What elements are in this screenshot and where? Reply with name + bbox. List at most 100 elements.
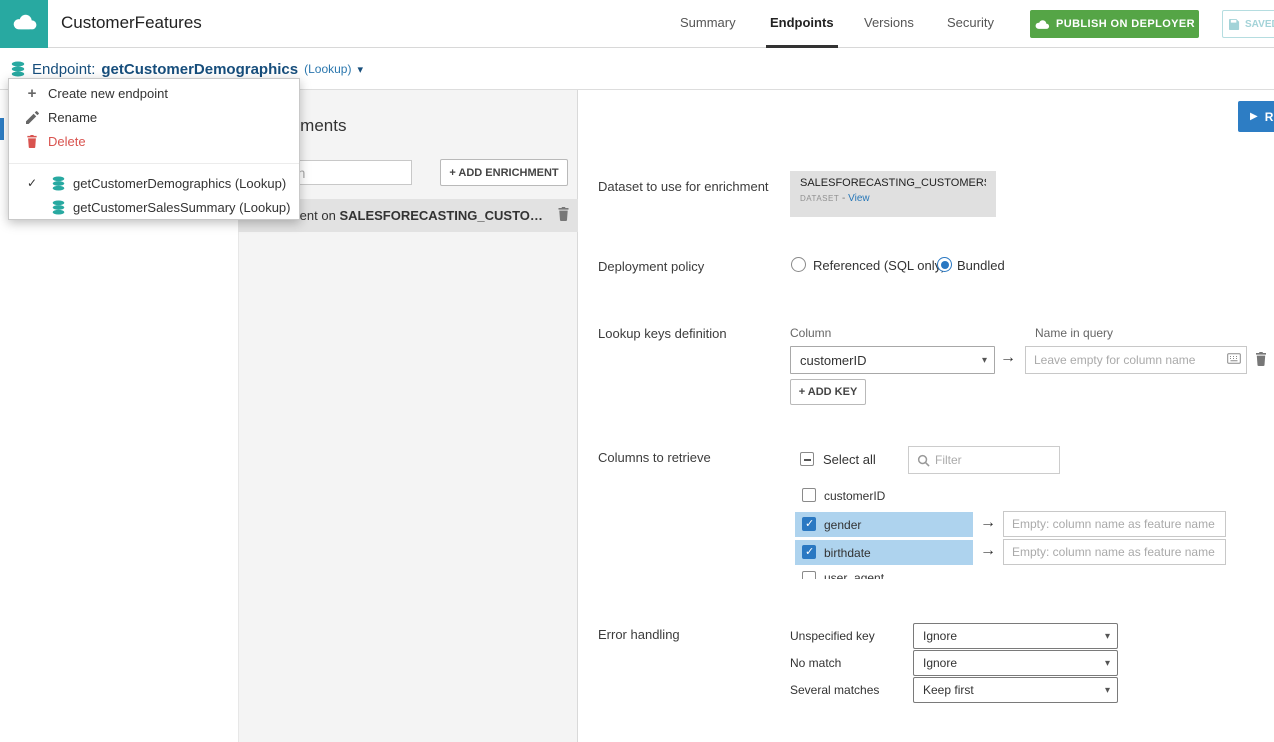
chevron-down-icon: ▾ [1104, 630, 1110, 642]
add-enrichment-label: + ADD ENRICHMENT [449, 166, 559, 179]
publish-label: PUBLISH ON DEPLOYER [1055, 18, 1195, 30]
feature-name-input[interactable] [1003, 511, 1226, 537]
add-enrichment-button[interactable]: + ADD ENRICHMENT [440, 159, 568, 186]
feature-name-input[interactable] [1003, 539, 1226, 565]
arrow-right-icon: → [980, 514, 996, 531]
column-name[interactable]: customerID [824, 489, 885, 503]
column-checkbox[interactable] [802, 517, 816, 531]
endpoint-name: getCustomerDemographics [101, 60, 299, 78]
dataset-chip[interactable]: SALESFORECASTING_CUSTOMERS_I… DATASET - … [790, 171, 996, 217]
tab-label: Security [947, 15, 994, 30]
enrichment-item-dataset: SALESFORECASTING_CUSTO… [339, 208, 543, 223]
filter-input[interactable] [935, 448, 1055, 472]
app-logo[interactable] [0, 0, 48, 48]
columns-list: customerID gender → birthdate → user_age… [790, 481, 1260, 579]
saved-button[interactable]: SAVED [1222, 10, 1274, 38]
publish-on-deployer-button[interactable]: PUBLISH ON DEPLOYER [1030, 10, 1199, 38]
name-in-query-header: Name in query [1035, 326, 1114, 340]
play-icon: ▶ [1250, 111, 1258, 122]
menu-item-create-endpoint[interactable]: + Create new endpoint [9, 81, 299, 105]
run-button[interactable]: ▶ RU [1238, 101, 1274, 132]
view-link[interactable]: View [848, 193, 870, 204]
tab-label: Versions [864, 15, 914, 30]
dataset-kind: DATASET [800, 194, 840, 203]
column-name[interactable]: user_agent [824, 571, 884, 579]
radio-bundled[interactable] [937, 257, 952, 272]
name-in-query-wrap [1025, 346, 1247, 374]
tab-versions[interactable]: Versions [860, 0, 918, 48]
radio-referenced[interactable] [791, 257, 806, 272]
app-title: CustomerFeatures [61, 13, 202, 32]
dataset-label: Dataset to use for enrichment [598, 179, 769, 194]
pencil-icon [25, 110, 39, 124]
column-select[interactable]: customerID ▾ [790, 346, 995, 374]
unspecified-key-select[interactable]: Ignore ▾ [913, 623, 1118, 649]
trash-icon [25, 134, 39, 148]
arrow-right-icon: → [980, 542, 996, 559]
column-header: Column [790, 326, 832, 340]
select-value: Ignore [923, 656, 958, 670]
several-matches-label: Several matches [790, 683, 880, 697]
search-icon [917, 454, 930, 467]
chevron-down-icon: ▾ [357, 63, 364, 76]
deployment-label: Deployment policy [598, 259, 705, 274]
tab-endpoints[interactable]: Endpoints [766, 0, 838, 48]
menu-endpoint-item[interactable]: ✓ getCustomerDemographics (Lookup) [9, 171, 299, 195]
select-all-checkbox[interactable] [800, 452, 814, 466]
column-row[interactable] [795, 540, 973, 565]
several-matches-select[interactable]: Keep first ▾ [913, 677, 1118, 703]
database-icon [51, 175, 66, 191]
chevron-down-icon: ▾ [1104, 657, 1110, 669]
keyboard-icon[interactable] [1227, 353, 1241, 364]
endpoint-label: Endpoint: [32, 60, 96, 78]
menu-item-label: Rename [48, 109, 98, 125]
tab-label: Summary [680, 15, 736, 30]
endpoint-type: (Lookup) [304, 62, 352, 76]
tab-security[interactable]: Security [943, 0, 998, 48]
radio-referenced-label[interactable]: Referenced (SQL only) [813, 258, 945, 273]
add-key-label: + ADD KEY [798, 386, 858, 398]
unspecified-key-label: Unspecified key [790, 629, 875, 643]
chevron-down-icon: ▾ [981, 354, 987, 366]
menu-item-label: Delete [48, 133, 86, 149]
menu-endpoint-item[interactable]: getCustomerSalesSummary (Lookup) [9, 195, 299, 219]
plus-icon: + [27, 84, 37, 102]
arrow-right-icon: → [1000, 349, 1016, 366]
save-icon [1229, 18, 1240, 30]
column-name[interactable]: birthdate [824, 546, 871, 560]
feature-name-wrap [1003, 539, 1226, 565]
tab-summary[interactable]: Summary [676, 0, 740, 48]
dataset-name: SALESFORECASTING_CUSTOMERS_I… [800, 177, 986, 189]
column-checkbox[interactable] [802, 571, 816, 579]
selected-nav-indicator [0, 118, 4, 140]
radio-bundled-label[interactable]: Bundled [957, 258, 1005, 273]
dataset-sep: - [839, 193, 849, 204]
enrichment-trash-icon[interactable] [557, 207, 570, 221]
menu-item-rename[interactable]: Rename [9, 105, 299, 129]
dataset-meta: DATASET - View [800, 193, 986, 204]
add-key-button[interactable]: + ADD KEY [790, 379, 866, 405]
column-select-value: customerID [800, 352, 867, 368]
column-checkbox[interactable] [802, 488, 816, 502]
delete-key-trash-icon[interactable] [1255, 352, 1267, 366]
tab-label: Endpoints [770, 15, 834, 30]
no-match-select[interactable]: Ignore ▾ [913, 650, 1118, 676]
columns-label: Columns to retrieve [598, 450, 711, 465]
chevron-down-icon: ▾ [1104, 684, 1110, 696]
column-name[interactable]: gender [824, 518, 861, 532]
column-row[interactable] [795, 512, 973, 537]
saved-label: SAVED [1245, 18, 1274, 30]
column-checkbox[interactable] [802, 545, 816, 559]
menu-item-delete[interactable]: Delete [9, 129, 299, 153]
filter-box [908, 446, 1060, 474]
select-all-label[interactable]: Select all [823, 452, 876, 467]
database-icon [51, 199, 66, 215]
select-value: Ignore [923, 629, 958, 643]
feature-name-wrap [1003, 511, 1226, 537]
lookup-label: Lookup keys definition [598, 326, 727, 341]
name-in-query-input[interactable] [1025, 346, 1247, 374]
menu-item-label: Create new endpoint [48, 85, 168, 101]
database-icon [10, 61, 26, 77]
menu-endpoint-label: getCustomerSalesSummary (Lookup) [73, 199, 291, 215]
no-match-label: No match [790, 656, 842, 670]
